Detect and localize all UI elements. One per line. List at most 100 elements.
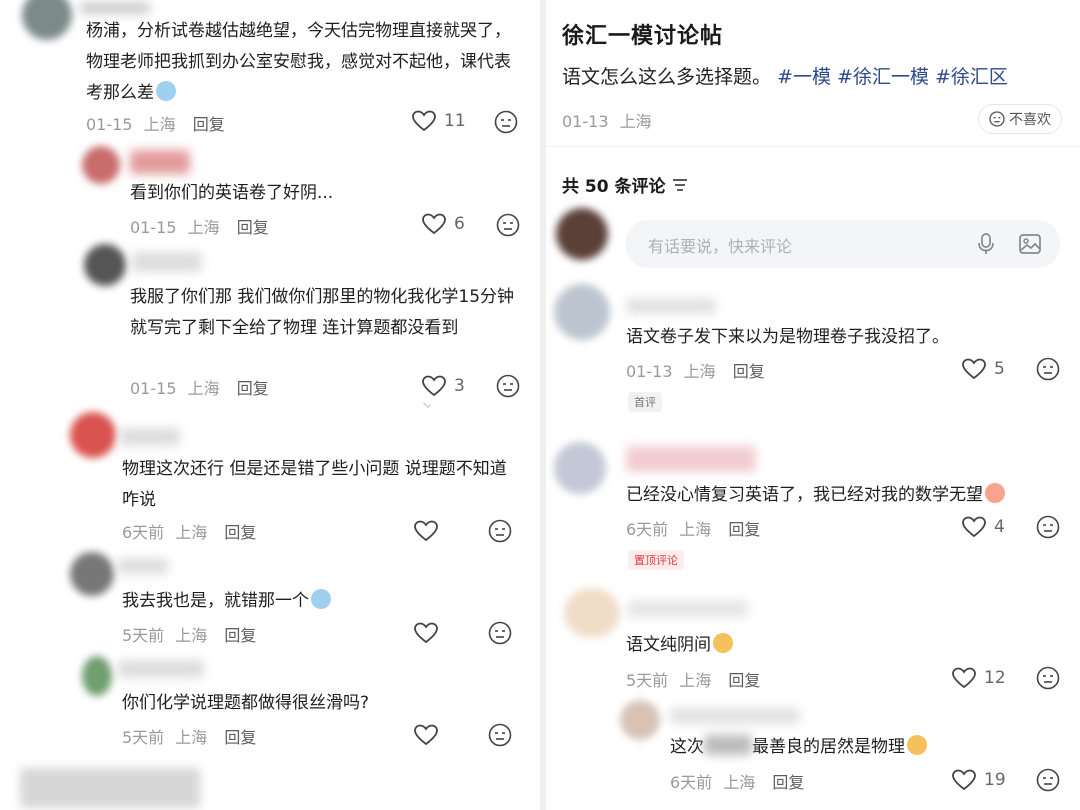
hashtag-link[interactable]: #徐汇区 — [935, 66, 1008, 88]
comment-meta: 5天前 上海 回复 — [122, 724, 256, 748]
meh-face-icon — [1036, 768, 1060, 792]
collapse-chevron-icon[interactable] — [423, 400, 431, 408]
dislike-button[interactable] — [494, 110, 518, 134]
laughing-emoji-icon — [713, 633, 733, 653]
comment-date: 5天前 — [122, 728, 165, 747]
reply-button[interactable]: 回复 — [224, 626, 256, 645]
reply-button[interactable]: 回复 — [772, 773, 804, 792]
reply-button[interactable]: 回复 — [728, 520, 760, 539]
like-button[interactable]: 3 — [422, 375, 465, 397]
avatar[interactable] — [554, 442, 606, 494]
meh-face-icon — [496, 213, 520, 237]
comment-input[interactable]: 有话要说，快来评论 — [626, 220, 1060, 268]
dislike-button[interactable] — [496, 213, 520, 237]
microphone-icon[interactable] — [976, 232, 996, 260]
dislike-button[interactable] — [488, 621, 512, 645]
dislike-button[interactable] — [488, 723, 512, 747]
like-button[interactable]: 19 — [952, 769, 1006, 791]
reply-button[interactable]: 回复 — [728, 671, 760, 690]
sort-icon — [672, 178, 687, 191]
comment-meta: 6天前 上海 回复 — [670, 769, 804, 793]
comment-text: 看到你们的英语卷了好阴... — [130, 183, 334, 203]
dislike-button[interactable] — [1036, 357, 1060, 381]
avatar[interactable] — [620, 700, 660, 740]
comment-text: 已经没心情复习英语了，我已经对我的数学无望 — [626, 480, 1066, 511]
like-button[interactable]: 12 — [952, 667, 1006, 689]
avatar[interactable] — [84, 244, 126, 286]
redacted-text-blurred — [704, 735, 752, 755]
comment-date: 01-15 — [86, 115, 133, 134]
avatar[interactable] — [22, 0, 72, 40]
meh-face-icon — [1036, 666, 1060, 690]
like-button[interactable] — [414, 724, 438, 746]
dislike-button[interactable] — [1036, 666, 1060, 690]
comment-text: 杨浦，分析试卷越估越绝望，今天估完物理直接就哭了，物理老师把我抓到办公室安慰我，… — [86, 21, 511, 103]
like-button[interactable]: 5 — [962, 358, 1005, 380]
username-blurred — [626, 298, 716, 314]
reply-button[interactable]: 回复 — [193, 115, 225, 134]
username-blurred — [626, 446, 756, 472]
dislike-button[interactable] — [1036, 768, 1060, 792]
comment-location: 上海 — [679, 520, 712, 539]
comment-date: 6天前 — [122, 523, 165, 542]
heart-icon — [414, 520, 438, 542]
avatar[interactable] — [564, 588, 620, 638]
comment-location: 上海 — [187, 218, 220, 237]
comment-meta: 01-15 上海 回复 — [130, 375, 269, 399]
dislike-button[interactable] — [1036, 515, 1060, 539]
dislike-button[interactable] — [488, 519, 512, 543]
reply-button[interactable]: 回复 — [224, 728, 256, 747]
comment-meta: 5天前 上海 回复 — [626, 667, 760, 691]
comment-count-sort[interactable]: 共 50 条评论 — [562, 172, 688, 197]
like-count: 5 — [994, 359, 1005, 379]
hashtag-link[interactable]: #一模 — [777, 66, 831, 88]
meh-face-icon — [494, 110, 518, 134]
avatar[interactable] — [82, 146, 120, 184]
comment-date: 01-13 — [626, 362, 673, 381]
avatar[interactable] — [554, 284, 610, 340]
like-count: 11 — [444, 111, 466, 131]
post-location: 上海 — [619, 112, 652, 131]
heart-icon — [962, 516, 986, 538]
avatar[interactable] — [70, 412, 116, 458]
comment-location: 上海 — [175, 523, 208, 542]
username-blurred — [130, 150, 190, 174]
first-comment-badge: 首评 — [628, 392, 662, 412]
username-blurred — [132, 252, 202, 272]
my-avatar[interactable] — [556, 208, 608, 260]
like-count: 12 — [984, 668, 1006, 688]
comment-location: 上海 — [175, 626, 208, 645]
meh-face-icon — [1036, 515, 1060, 539]
comment-text: 我去我也是，就错那一个 — [122, 586, 512, 617]
comment-text: 语文卷子发下来以为是物理卷子我没招了。 — [626, 327, 949, 347]
comment-date: 5天前 — [626, 671, 669, 690]
heart-icon — [422, 375, 446, 397]
comment-date: 01-15 — [130, 218, 177, 237]
dislike-button[interactable] — [496, 374, 520, 398]
image-icon[interactable] — [1018, 233, 1042, 259]
like-button[interactable]: 4 — [962, 516, 1005, 538]
reply-button[interactable]: 回复 — [733, 362, 765, 381]
avatar[interactable] — [82, 656, 112, 696]
reply-button[interactable]: 回复 — [224, 523, 256, 542]
meh-face-icon — [488, 621, 512, 645]
reply-button[interactable]: 回复 — [237, 379, 269, 398]
like-button[interactable]: 6 — [422, 213, 465, 235]
like-button[interactable]: 11 — [412, 110, 466, 132]
comment-date: 01-15 — [130, 379, 177, 398]
like-button[interactable] — [414, 622, 438, 644]
like-count: 19 — [984, 770, 1006, 790]
comment-location: 上海 — [723, 773, 756, 792]
like-button[interactable] — [414, 520, 438, 542]
comment-text: 你们化学说理题都做得很丝滑吗? — [122, 693, 370, 713]
post-body: 语文怎么这么多选择题。 #一模 #徐汇一模 #徐汇区 — [562, 62, 1062, 89]
heart-icon — [952, 667, 976, 689]
pinned-comment-badge: 置顶评论 — [628, 550, 684, 570]
username-blurred — [670, 708, 800, 724]
reply-button[interactable]: 回复 — [237, 218, 269, 237]
heart-icon — [952, 769, 976, 791]
avatar[interactable] — [70, 552, 114, 596]
dislike-post-button[interactable]: 不喜欢 — [978, 104, 1062, 134]
hashtag-link[interactable]: #徐汇一模 — [837, 66, 929, 88]
username-blurred — [120, 428, 180, 446]
